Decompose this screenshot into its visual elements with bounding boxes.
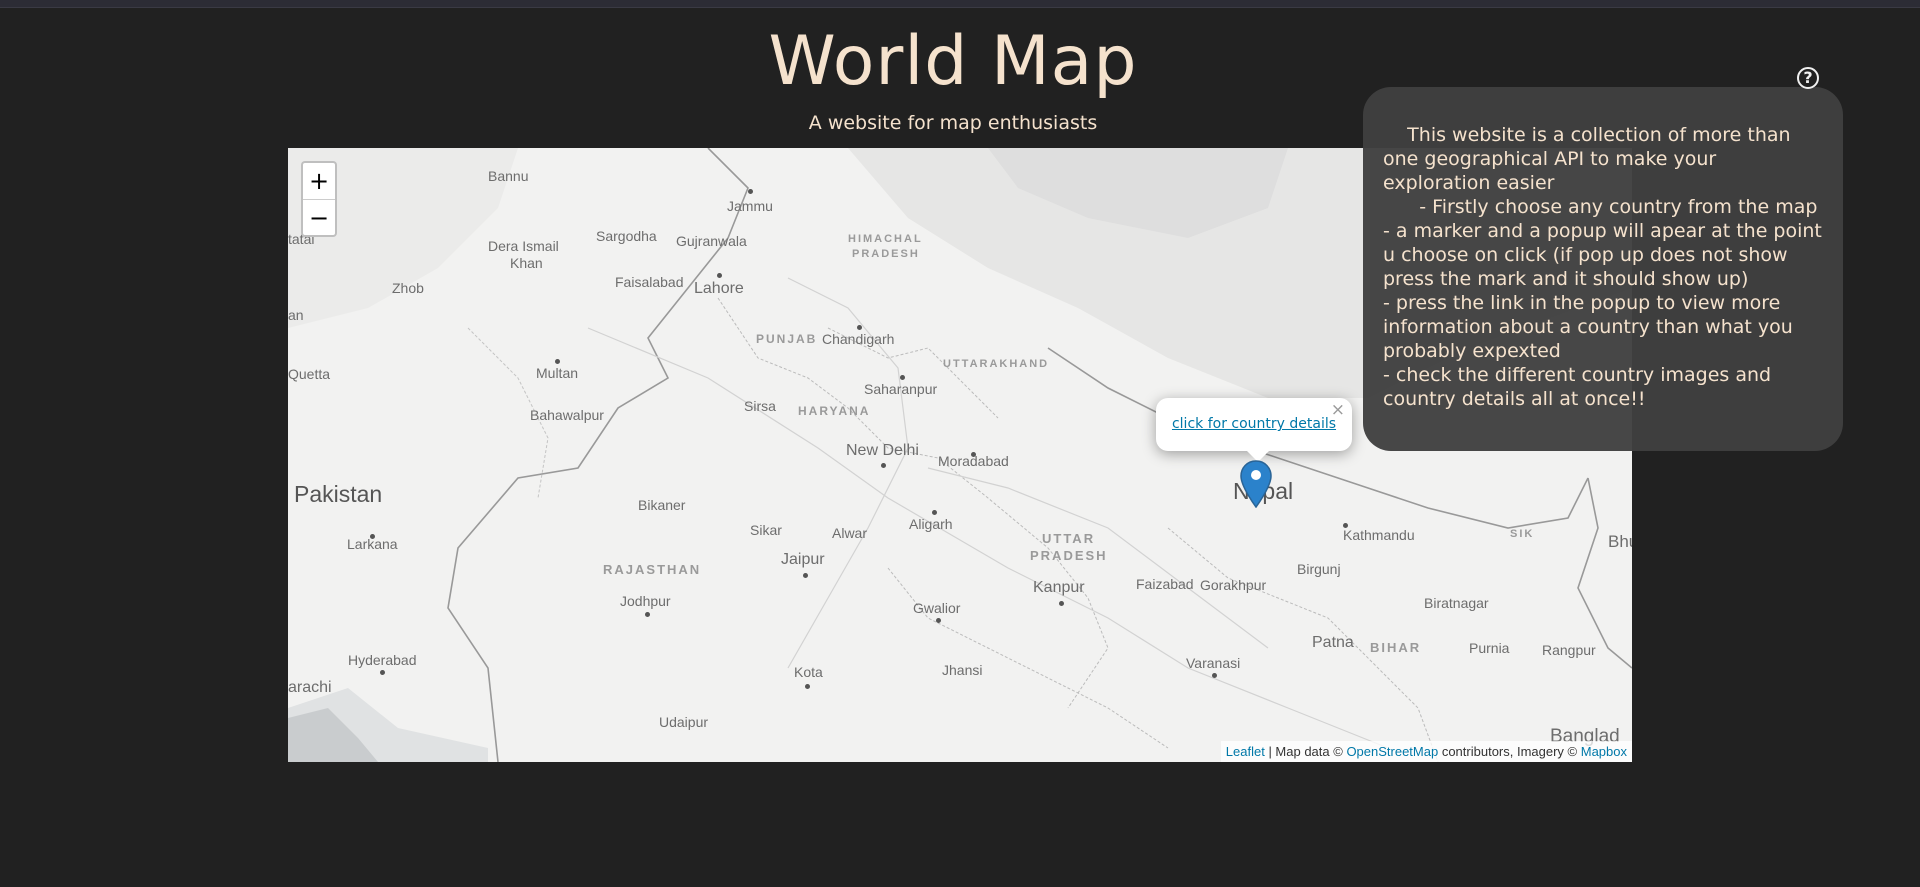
map-label: Dera Ismail xyxy=(488,238,559,254)
map-label: Kanpur xyxy=(1033,579,1085,596)
map-label: Rangpur xyxy=(1542,642,1596,658)
city-dot xyxy=(900,375,905,380)
city-dot xyxy=(370,534,375,539)
browser-top-strip xyxy=(0,0,1920,8)
map-label: Bikaner xyxy=(638,497,686,513)
map-label: Gwalior xyxy=(913,600,961,616)
help-text-step: - Firstly choose any country from the ma… xyxy=(1383,196,1818,218)
question-circle-icon[interactable]: ? xyxy=(1797,67,1819,89)
map-label: Quetta xyxy=(288,366,331,382)
map-label: Faizabad xyxy=(1136,576,1194,592)
zoom-in-button[interactable]: + xyxy=(303,163,335,200)
mapbox-link[interactable]: Mapbox xyxy=(1581,744,1627,759)
city-dot xyxy=(748,189,753,194)
map-label: PUNJAB xyxy=(756,332,818,346)
map-label: arachi xyxy=(288,679,332,696)
map-label: Sargodha xyxy=(596,228,657,244)
map-label: Gorakhpur xyxy=(1200,577,1267,593)
map-label: Faisalabad xyxy=(615,274,684,290)
attribution-text: contributors, Imagery © xyxy=(1438,744,1581,759)
help-text-step: - check the different country images and… xyxy=(1383,364,1772,410)
map-label: BIHAR xyxy=(1370,640,1422,655)
map-label: Pakistan xyxy=(294,481,383,507)
map-label: an xyxy=(288,307,304,323)
city-dot xyxy=(645,612,650,617)
zoom-control: + − xyxy=(301,161,337,237)
leaflet-link[interactable]: Leaflet xyxy=(1226,744,1265,759)
city-dot xyxy=(881,463,886,468)
map-label: Bannu xyxy=(488,168,529,184)
city-dot xyxy=(932,510,937,515)
map-label: UTTAR xyxy=(1042,531,1096,546)
map-label: Jaipur xyxy=(781,551,825,568)
map-label: Sikar xyxy=(750,522,782,538)
map-label: RAJASTHAN xyxy=(603,562,702,577)
help-text-step: - press the link in the popup to view mo… xyxy=(1383,292,1793,362)
openstreetmap-link[interactable]: OpenStreetMap xyxy=(1346,744,1438,759)
map-label: Jhansi xyxy=(942,662,983,678)
map-label: Chandigarh xyxy=(822,331,895,347)
city-dot xyxy=(971,452,976,457)
city-dot xyxy=(717,273,722,278)
map-label: SIK xyxy=(1510,528,1535,540)
city-dot xyxy=(1212,673,1217,678)
help-text-intro: This website is a collection of more tha… xyxy=(1383,124,1797,194)
city-dot xyxy=(380,670,385,675)
map-label: Birgunj xyxy=(1297,561,1341,577)
zoom-out-button[interactable]: − xyxy=(303,200,335,236)
map-label: Bahawalpur xyxy=(530,407,604,423)
attribution-text: | Map data © xyxy=(1264,744,1347,759)
map-popup: × click for country details xyxy=(1156,398,1352,462)
city-dot xyxy=(1059,601,1064,606)
map-label: Purnia xyxy=(1469,640,1510,656)
map-attribution: Leaflet | Map data © OpenStreetMap contr… xyxy=(1220,741,1632,762)
country-details-link[interactable]: click for country details xyxy=(1156,416,1352,432)
map-label: PRADESH xyxy=(1030,548,1108,563)
map-label: Biratnagar xyxy=(1424,595,1489,611)
map-label: Multan xyxy=(536,365,579,381)
map-label: Jammu xyxy=(727,198,773,214)
map-label: Gujranwala xyxy=(676,233,747,249)
map-label: New Delhi xyxy=(846,442,919,459)
help-text-step: - a marker and a popup will apear at the… xyxy=(1383,220,1822,290)
map-pin-icon[interactable] xyxy=(1240,460,1272,512)
city-dot xyxy=(936,618,941,623)
map-label: Khan xyxy=(510,255,543,271)
map-label: Saharanpur xyxy=(864,381,938,397)
city-dot xyxy=(803,573,808,578)
city-dot xyxy=(555,359,560,364)
map-label: PRADESH xyxy=(852,248,920,260)
map-label: Bhu xyxy=(1608,532,1632,551)
map-label: Varanasi xyxy=(1186,655,1241,671)
map-label: Sirsa xyxy=(744,398,776,414)
map-label: Zhob xyxy=(392,280,424,296)
map-label: HARYANA xyxy=(798,404,871,418)
map-label: Kota xyxy=(794,664,823,680)
map-label: HIMACHAL xyxy=(848,233,923,245)
map-label: Hyderabad xyxy=(348,652,417,668)
map-label: Alwar xyxy=(832,525,868,541)
map-label: Jodhpur xyxy=(620,593,671,609)
map-label: UTTARAKHAND xyxy=(943,358,1050,370)
map-label: Udaipur xyxy=(659,714,709,730)
map-label: Patna xyxy=(1312,634,1354,651)
city-dot xyxy=(857,325,862,330)
city-dot xyxy=(1343,523,1348,528)
map-label: Lahore xyxy=(694,280,744,297)
help-panel: This website is a collection of more tha… xyxy=(1363,87,1843,451)
map-label: Kathmandu xyxy=(1343,527,1415,543)
city-dot xyxy=(805,684,810,689)
map-label: Aligarh xyxy=(909,516,953,532)
